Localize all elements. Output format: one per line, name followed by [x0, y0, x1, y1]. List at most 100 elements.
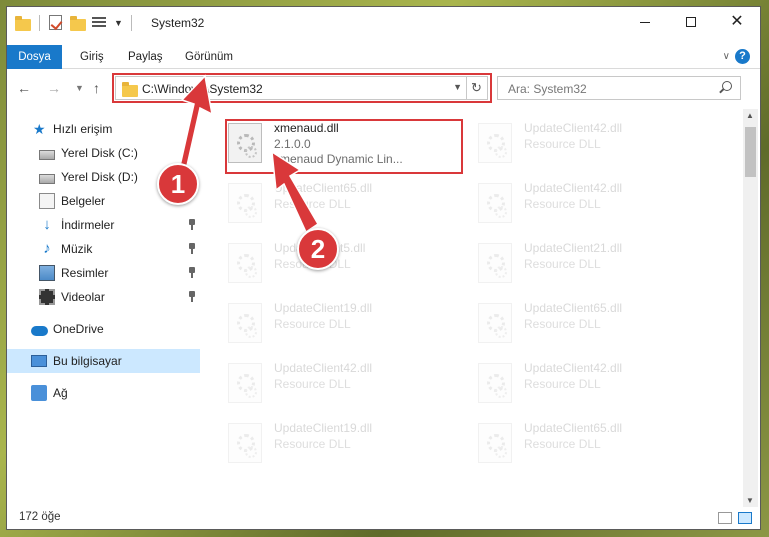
up-arrow-icon[interactable]: ↑: [93, 80, 100, 96]
file-type: Resource DLL: [274, 377, 351, 391]
documents-icon: [39, 193, 55, 209]
star-icon: ★: [33, 121, 46, 137]
file-type: Resource DLL: [274, 197, 351, 211]
sidebar-item-label: Resimler: [61, 266, 109, 280]
scroll-up-icon[interactable]: ▲: [746, 111, 754, 120]
title-bar: ▼ System32 ✕: [7, 7, 760, 39]
minimize-icon: [640, 21, 650, 23]
file-item[interactable]: UpdateClient19.dll Resource DLL: [226, 295, 466, 355]
sidebar-item-pictures[interactable]: Resimler: [7, 261, 200, 285]
file-type: Resource DLL: [524, 137, 601, 151]
sidebar-item-downloads[interactable]: ↓ İndirmeler: [7, 213, 200, 237]
sidebar-item-label: Belgeler: [61, 194, 106, 208]
file-name: UpdateClient42.dll: [524, 361, 623, 375]
explorer-window: ▼ System32 ✕ Dosya Giriş Paylaş Görünüm …: [6, 6, 761, 530]
step-1-badge: 1: [157, 163, 199, 205]
network-icon: [31, 385, 47, 401]
pictures-icon: [39, 265, 55, 281]
search-box[interactable]: Ara: System32: [497, 76, 741, 100]
file-item[interactable]: UpdateClient5.dll Resource DLL: [226, 235, 466, 295]
file-item[interactable]: UpdateClient42.dll Resource DLL: [476, 175, 716, 235]
tab-file[interactable]: Dosya: [7, 45, 62, 69]
tab-share[interactable]: Paylaş: [128, 45, 163, 69]
dll-file-icon: [228, 183, 262, 223]
file-item[interactable]: UpdateClient42.dll Resource DLL: [476, 355, 716, 415]
music-icon: ♪: [43, 240, 51, 257]
pin-icon[interactable]: [188, 291, 196, 302]
file-item[interactable]: UpdateClient65.dll Resource DLL: [476, 415, 716, 475]
dll-file-icon: [228, 303, 262, 343]
sidebar-item-label: Ağ: [53, 386, 68, 400]
file-item[interactable]: UpdateClient19.dll Resource DLL: [226, 415, 466, 475]
file-name: UpdateClient19.dll: [274, 301, 373, 315]
toolbar-dropdown-icon[interactable]: ▼: [114, 18, 123, 28]
sidebar-item-videos[interactable]: Videolar: [7, 285, 200, 309]
tab-home[interactable]: Giriş: [80, 45, 104, 69]
properties-check-icon[interactable]: [48, 15, 64, 31]
pin-icon[interactable]: [188, 219, 196, 230]
file-type: Resource DLL: [274, 317, 351, 331]
maximize-icon: [686, 17, 696, 27]
file-type: Resource DLL: [274, 437, 351, 451]
search-placeholder[interactable]: Ara: System32: [508, 82, 587, 96]
search-icon[interactable]: [722, 81, 732, 91]
sidebar-item-this-pc[interactable]: Bu bilgisayar: [7, 349, 200, 373]
ribbon-expand-icon[interactable]: ∨: [723, 51, 730, 62]
customize-toolbar-icon[interactable]: [92, 15, 108, 31]
file-name: UpdateClient42.dll: [524, 181, 623, 195]
dll-file-icon: [478, 243, 512, 283]
sidebar-item-onedrive[interactable]: OneDrive: [7, 317, 200, 341]
file-type: Resource DLL: [524, 317, 601, 331]
scroll-down-icon[interactable]: ▼: [746, 496, 754, 505]
sidebar-item-label: İndirmeler: [61, 218, 115, 232]
scroll-thumb[interactable]: [745, 127, 756, 177]
sidebar-item-network[interactable]: Ağ: [7, 381, 200, 405]
dll-file-icon: [228, 243, 262, 283]
recent-locations-icon[interactable]: ▼: [75, 83, 84, 93]
forward-arrow-icon[interactable]: →: [47, 80, 61, 96]
computer-icon: [31, 355, 47, 367]
dll-file-icon: [478, 303, 512, 343]
file-name: UpdateClient65.dll: [524, 301, 623, 315]
download-icon: ↓: [43, 216, 51, 233]
file-item[interactable]: UpdateClient65.dll Resource DLL: [476, 295, 716, 355]
dll-file-icon: [478, 183, 512, 223]
status-bar: 172 öğe: [7, 507, 760, 529]
window-title: System32: [151, 16, 205, 30]
step-2-badge: 2: [297, 228, 339, 270]
details-view-icon[interactable]: [718, 512, 732, 524]
pin-icon[interactable]: [188, 243, 196, 254]
close-icon: ✕: [730, 13, 744, 30]
tiles-view-icon[interactable]: [738, 512, 752, 524]
back-arrow-icon[interactable]: ←: [17, 80, 31, 96]
sidebar-item-label: OneDrive: [53, 322, 104, 336]
tab-view[interactable]: Görünüm: [185, 45, 233, 69]
maximize-button[interactable]: [668, 7, 714, 37]
file-name: UpdateClient42.dll: [524, 121, 623, 135]
videos-icon: [39, 289, 55, 305]
dll-file-icon: [478, 363, 512, 403]
file-name: UpdateClient65.dll: [274, 181, 373, 195]
drive-icon: [39, 150, 55, 160]
file-item[interactable]: UpdateClient42.dll Resource DLL: [226, 355, 466, 415]
pin-icon[interactable]: [188, 267, 196, 278]
file-name: UpdateClient65.dll: [524, 421, 623, 435]
sidebar-item-label: Yerel Disk (C:): [61, 146, 138, 160]
vertical-scrollbar[interactable]: ▲ ▼: [743, 109, 758, 507]
new-folder-icon[interactable]: [70, 15, 86, 31]
file-type: Resource DLL: [524, 257, 601, 271]
sidebar-item-quick-access[interactable]: ★ Hızlı erişim: [7, 117, 200, 141]
quick-access-toolbar: ▼: [15, 15, 134, 31]
file-item[interactable]: UpdateClient21.dll Resource DLL: [476, 235, 716, 295]
minimize-button[interactable]: [622, 7, 668, 37]
help-icon[interactable]: ?: [735, 49, 750, 64]
dll-file-icon: [228, 363, 262, 403]
sidebar-item-local-disk-c[interactable]: Yerel Disk (C:): [7, 141, 200, 165]
close-button[interactable]: ✕: [714, 7, 760, 37]
sidebar-item-music[interactable]: ♪ Müzik: [7, 237, 200, 261]
cloud-icon: [31, 325, 48, 336]
sidebar-item-label: Hızlı erişim: [53, 122, 113, 136]
sidebar-item-label: Videolar: [61, 290, 105, 304]
file-item[interactable]: UpdateClient42.dll Resource DLL: [476, 115, 716, 175]
file-item[interactable]: UpdateClient65.dll Resource DLL: [226, 175, 466, 235]
